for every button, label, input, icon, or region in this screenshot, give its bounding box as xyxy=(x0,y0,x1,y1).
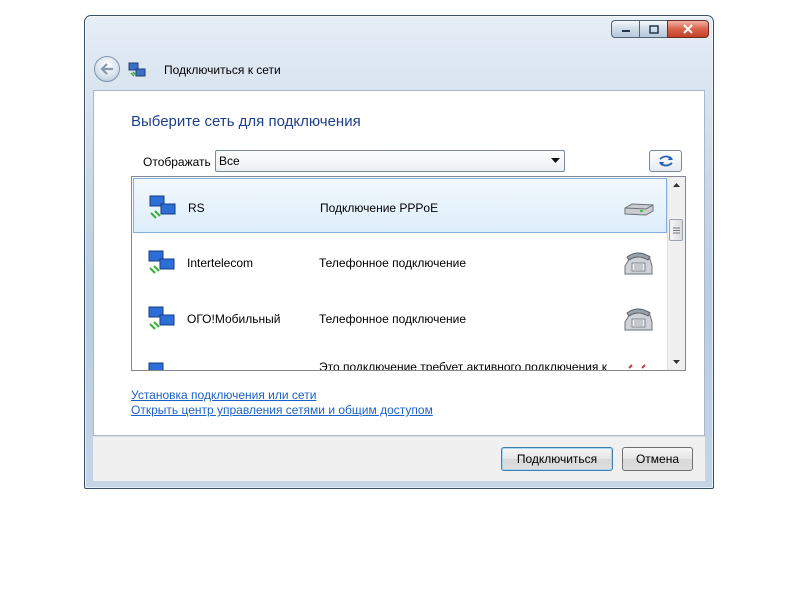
button-footer xyxy=(93,436,705,481)
scroll-down-arrow-icon[interactable] xyxy=(668,354,685,370)
minimize-button[interactable] xyxy=(611,20,639,38)
network-icon xyxy=(148,250,175,274)
back-button[interactable] xyxy=(94,56,120,82)
network-icon xyxy=(148,306,175,330)
maximize-button[interactable] xyxy=(639,20,667,38)
network-icon xyxy=(148,362,164,370)
minimize-icon xyxy=(621,30,630,32)
cancel-button[interactable]: Отмена xyxy=(622,447,693,471)
filter-label: Отображать xyxy=(143,155,211,169)
vpn-icon xyxy=(628,364,646,369)
grip-icon xyxy=(672,227,680,233)
close-button[interactable] xyxy=(667,20,709,38)
back-arrow-icon xyxy=(100,63,113,75)
network-row-vpn[interactable]: Это подключение требует активного подклю… xyxy=(133,346,667,371)
scrollbar-thumb[interactable] xyxy=(669,219,683,241)
network-connect-icon xyxy=(128,62,146,77)
refresh-icon xyxy=(658,155,673,167)
network-type: Телефонное подключение xyxy=(319,256,467,270)
list-scrollbar[interactable] xyxy=(667,177,685,370)
setup-connection-link[interactable]: Установка подключения или сети xyxy=(131,388,316,402)
network-center-link[interactable]: Открыть центр управления сетями и общим … xyxy=(131,403,433,417)
network-name: ОГО!Мобильный xyxy=(187,312,281,326)
connect-button[interactable]: Подключиться xyxy=(501,447,613,471)
network-row-intertelecom[interactable]: Intertelecom Телефонное подключение xyxy=(133,234,667,289)
maximize-icon xyxy=(648,24,659,34)
caption-buttons xyxy=(611,20,709,40)
phone-icon xyxy=(624,308,653,331)
network-name: Intertelecom xyxy=(187,256,254,270)
network-type: Подключение PPPoE xyxy=(320,201,439,215)
network-row-ogo[interactable]: ОГО!Мобильный Телефонное подключение xyxy=(133,290,667,345)
chevron-down-icon xyxy=(546,151,564,171)
phone-icon xyxy=(624,252,653,275)
close-icon xyxy=(683,24,693,34)
page-heading: Выберите сеть для подключения xyxy=(131,113,361,130)
refresh-button[interactable] xyxy=(649,150,682,172)
network-name: RS xyxy=(188,201,205,215)
network-type: Телефонное подключение xyxy=(319,312,467,326)
filter-dropdown[interactable]: Все xyxy=(215,150,565,172)
scroll-up-arrow-icon[interactable] xyxy=(668,177,685,193)
filter-value: Все xyxy=(219,154,240,168)
modem-icon xyxy=(624,203,654,216)
window-title: Подключиться к сети xyxy=(164,63,281,77)
network-list[interactable]: RS Подключение PPPoE Intertelecom Телефо… xyxy=(131,176,686,371)
network-icon xyxy=(149,195,176,219)
network-type: Это подключение требует активного подклю… xyxy=(319,360,608,371)
network-row-rs[interactable]: RS Подключение PPPoE xyxy=(133,178,667,233)
